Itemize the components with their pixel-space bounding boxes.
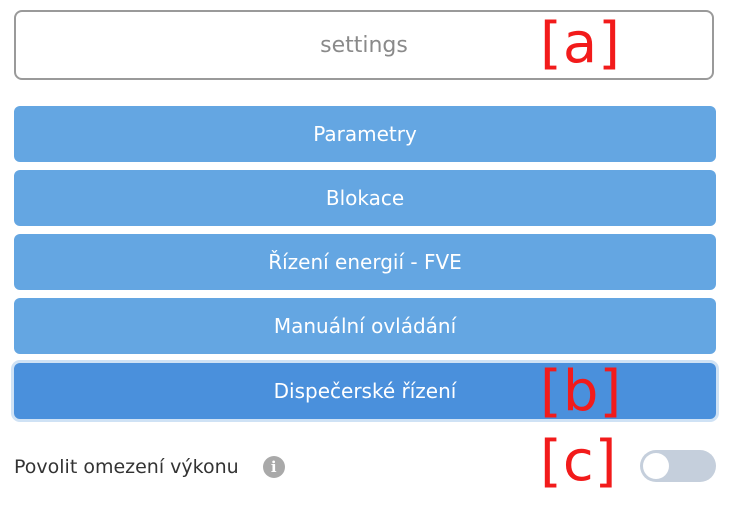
blokace-button-label: Blokace — [325, 186, 405, 210]
power-limit-label: Povolit omezení výkonu — [14, 456, 239, 478]
parametry-button-label: Parametry — [313, 122, 417, 146]
power-limit-toggle[interactable] — [640, 450, 716, 482]
toggle-knob — [643, 453, 669, 479]
settings-label: settings — [320, 32, 408, 58]
marker-a: [a] — [540, 11, 622, 76]
dispecerske-rizeni-button-label: Dispečerské řízení — [273, 379, 457, 403]
marker-c: [c] — [540, 429, 618, 494]
parametry-button[interactable]: Parametry — [14, 106, 716, 162]
manualni-ovladani-button-label: Manuální ovládání — [273, 314, 457, 338]
power-limit-row: Povolit omezení výkonu i — [14, 445, 285, 489]
rizeni-energii-fve-button-label: Řízení energií - FVE — [268, 250, 462, 274]
blokace-button[interactable]: Blokace — [14, 170, 716, 226]
rizeni-energii-fve-button[interactable]: Řízení energií - FVE — [14, 234, 716, 290]
info-icon[interactable]: i — [262, 456, 285, 478]
page: settings [a] Parametry Blokace Řízení en… — [0, 0, 732, 518]
manualni-ovladani-button[interactable]: Manuální ovládání — [14, 298, 716, 354]
marker-b: [b] — [540, 359, 623, 424]
